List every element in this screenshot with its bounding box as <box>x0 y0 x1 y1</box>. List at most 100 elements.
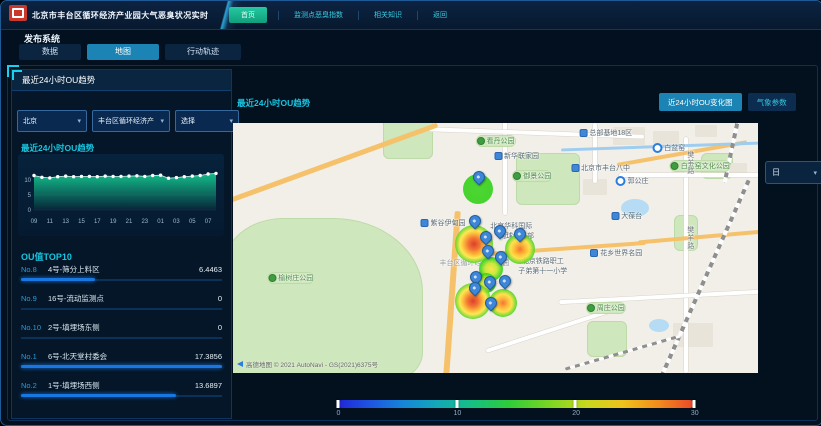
ou-value: 0 <box>218 294 222 303</box>
top-nav: 首页 监测点恶臭指数 相关知识 返回 <box>229 6 451 24</box>
map-buttons: 近24小时OU变化图 气象参数 <box>659 93 796 111</box>
filter-selects: 北京 ▾ 丰台区循环经济产 ▾ 选择 ▾ <box>17 110 239 132</box>
svg-text:05: 05 <box>189 219 196 225</box>
value-bar-track <box>21 337 222 339</box>
site-name: 4号-筛分上料区 <box>48 264 199 275</box>
value-bar-track <box>21 279 222 281</box>
map-pin-icon[interactable] <box>478 229 495 246</box>
rank-label: No.2 <box>21 381 48 390</box>
value-bar-track <box>21 308 222 310</box>
time-range-select[interactable]: 日 ▾ <box>765 161 821 184</box>
app-header: 北京市丰台区循环经济产业园大气恶臭状况实时 首页 监测点恶臭指数 相关知识 返回 <box>1 1 821 30</box>
svg-text:10: 10 <box>24 178 31 184</box>
rank-label: No.10 <box>21 323 48 332</box>
ou-value: 17.3856 <box>195 352 222 361</box>
tab-data[interactable]: 数据 <box>19 44 81 60</box>
rank-label: No.8 <box>21 265 48 274</box>
site-name: 2号-填埋场东侧 <box>48 322 218 333</box>
map-pin-icon[interactable] <box>497 273 514 290</box>
left-panel: 最近24小时OU趋势 北京 ▾ 丰台区循环经济产 ▾ 选择 ▾ 最近24小时OU… <box>11 69 232 419</box>
top10-row: No.21号-填埋场西侧13.6897 <box>21 380 222 397</box>
nav-knowledge[interactable]: 相关知识 <box>370 10 406 20</box>
weather-params-button[interactable]: 气象参数 <box>748 93 796 111</box>
city-select[interactable]: 北京 ▾ <box>17 110 87 132</box>
rank-label: No.1 <box>21 352 48 361</box>
nav-home[interactable]: 首页 <box>229 7 267 23</box>
top10-row: No.102号-填埋场东侧0 <box>21 322 222 339</box>
svg-text:0: 0 <box>28 208 32 214</box>
site-name: 1号-填埋场西侧 <box>48 380 195 391</box>
park-select[interactable]: 丰台区循环经济产 ▾ <box>92 110 170 132</box>
value-bar-track <box>21 366 222 368</box>
site-name: 6号-北天堂村委会 <box>48 351 195 362</box>
chevron-down-icon: ▾ <box>77 117 81 125</box>
ou-color-legend: 0102030 <box>338 400 694 420</box>
ou-trend-chart: 0510091113151719212301030507 <box>18 154 224 236</box>
ou-top10-title: OU值TOP10 <box>21 250 72 263</box>
svg-text:15: 15 <box>78 219 85 225</box>
map-pin-icon[interactable] <box>467 213 484 230</box>
svg-text:07: 07 <box>205 219 212 225</box>
map-pin-icon[interactable] <box>493 249 510 266</box>
site-select[interactable]: 选择 ▾ <box>175 110 239 132</box>
svg-text:01: 01 <box>157 219 164 225</box>
ou-change-map-button[interactable]: 近24小时OU变化图 <box>659 93 742 111</box>
legend-tick <box>574 400 577 408</box>
site-name: 16号-流动监测点 <box>48 293 218 304</box>
svg-text:5: 5 <box>28 193 32 199</box>
svg-text:19: 19 <box>110 219 117 225</box>
view-tabs: 数据 地图 行动轨迹 <box>19 44 241 60</box>
legend-tick-label: 0 <box>336 410 340 417</box>
top10-row: No.916号-流动监测点0 <box>21 293 222 310</box>
map-canvas[interactable]: 看丹公园总部基地18区新华联家园北京市丰台八中御景公园紫谷伊甸园大葆台北京华科国… <box>233 123 758 373</box>
svg-text:09: 09 <box>31 219 38 225</box>
map-pin-icon[interactable] <box>471 169 488 186</box>
time-range-value: 日 <box>772 167 780 178</box>
value-bar-fill <box>21 278 95 281</box>
svg-text:23: 23 <box>141 219 148 225</box>
nav-odor-index[interactable]: 监测点恶臭指数 <box>290 10 347 20</box>
app-logo-icon <box>9 5 27 21</box>
app-window: 北京市丰台区循环经济产业园大气恶臭状况实时 首页 监测点恶臭指数 相关知识 返回… <box>0 0 821 426</box>
left-panel-header: 最近24小时OU趋势 <box>12 70 231 91</box>
svg-text:17: 17 <box>94 219 101 225</box>
tab-trajectory[interactable]: 行动轨迹 <box>165 44 241 60</box>
site-select-value: 选择 <box>181 116 195 126</box>
chevron-down-icon: ▾ <box>813 169 817 177</box>
nav-back[interactable]: 返回 <box>429 10 451 20</box>
value-bar-fill <box>21 365 222 368</box>
map-section-title: 最近24小时OU趋势 <box>237 97 310 109</box>
map-pin-icon[interactable] <box>467 280 484 297</box>
legend-tick-label: 20 <box>572 410 580 417</box>
legend-gradient-bar <box>338 400 694 408</box>
svg-text:21: 21 <box>126 219 133 225</box>
svg-text:11: 11 <box>47 219 54 225</box>
legend-tick <box>455 400 458 408</box>
value-bar-track <box>21 395 222 397</box>
ou-value: 0 <box>218 323 222 332</box>
legend-tick <box>337 400 340 408</box>
ou-value: 6.4463 <box>199 265 222 274</box>
nav-separator <box>417 11 418 20</box>
map-pin-icon[interactable] <box>482 274 499 291</box>
trend-chart-title: 最近24小时OU趋势 <box>21 142 94 154</box>
top10-row: No.84号-筛分上料区6.4463 <box>21 264 222 281</box>
tab-map[interactable]: 地图 <box>87 44 159 60</box>
attribution-text: 高德地图 © 2021 AutoNavi - GS(2021)6375号 <box>246 359 378 369</box>
map-pin-icon[interactable] <box>492 223 509 240</box>
svg-text:13: 13 <box>62 219 69 225</box>
park-select-value: 丰台区循环经济产 <box>98 116 154 126</box>
chevron-down-icon: ▾ <box>160 117 164 125</box>
city-select-value: 北京 <box>23 116 37 126</box>
legend-tick-labels: 0102030 <box>338 410 694 420</box>
legend-tick-label: 30 <box>691 410 699 417</box>
rank-label: No.9 <box>21 294 48 303</box>
map-pin-icon[interactable] <box>512 226 529 243</box>
ou-top10-list: No.84号-筛分上料区6.4463No.916号-流动监测点0No.102号-… <box>21 264 222 409</box>
amap-logo-icon <box>237 361 243 367</box>
map-pin-icon[interactable] <box>483 295 500 312</box>
nav-separator <box>278 11 279 20</box>
ou-value: 13.6897 <box>195 381 222 390</box>
map-pins-layer <box>233 123 758 373</box>
app-title: 北京市丰台区循环经济产业园大气恶臭状况实时 <box>32 10 208 21</box>
